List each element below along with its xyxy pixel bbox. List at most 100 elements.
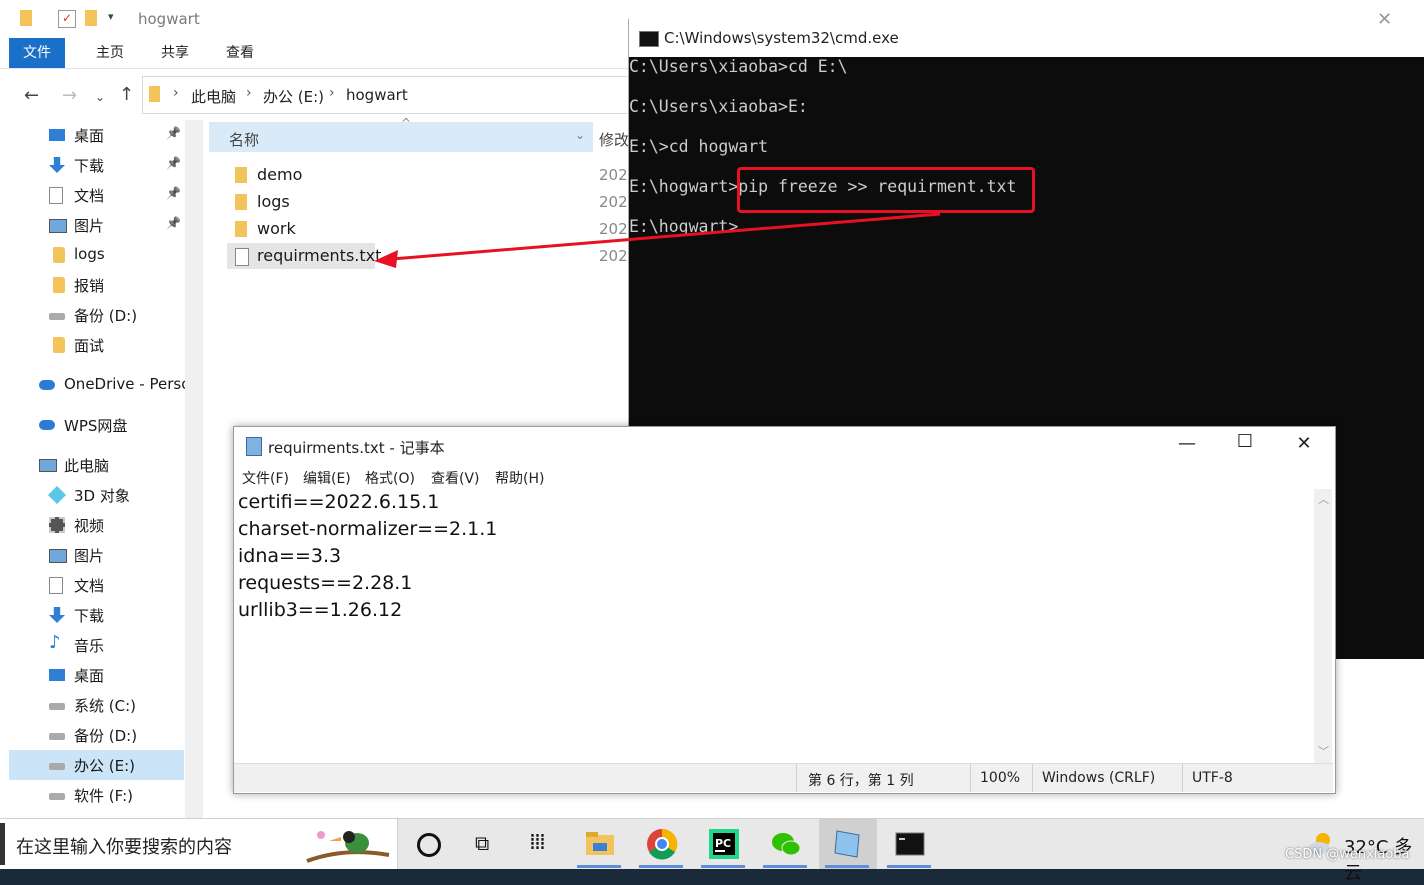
- status-divider: [1032, 764, 1033, 792]
- nav-item[interactable]: 3D 对象: [9, 480, 184, 510]
- app-grid-icon[interactable]: ⁞⁞⁞: [529, 830, 546, 855]
- vertical-scrollbar[interactable]: ︿ ﹀: [1314, 489, 1332, 763]
- nav-item[interactable]: logs: [9, 240, 184, 270]
- breadcrumb-hogwart[interactable]: hogwart: [346, 86, 408, 104]
- navigation-pane-scrollbar[interactable]: [185, 120, 203, 822]
- menu-format[interactable]: 格式(O): [365, 468, 415, 488]
- nav-item[interactable]: 报销: [9, 270, 184, 300]
- scroll-down-icon[interactable]: ﹀: [1318, 743, 1329, 759]
- nav-item[interactable]: 此电脑: [9, 450, 184, 480]
- notepad-icon[interactable]: [831, 827, 865, 861]
- back-arrow-icon[interactable]: ←: [24, 87, 39, 105]
- task-view-icon[interactable]: ⧉: [475, 831, 489, 855]
- status-zoom: 100%: [980, 770, 1021, 786]
- up-arrow-icon[interactable]: ↑: [119, 86, 134, 104]
- menu-help[interactable]: 帮助(H): [495, 468, 544, 488]
- nav-item-label: 系统 (C:): [74, 697, 136, 715]
- file-row[interactable]: logs: [227, 189, 627, 215]
- status-divider: [796, 764, 797, 792]
- file-date: 202: [599, 166, 628, 184]
- quick-access-dropdown-icon[interactable]: ▾: [108, 10, 114, 23]
- chrome-icon[interactable]: [645, 827, 679, 861]
- taskbar: 在这里输入你要搜索的内容 ⧉ ⁞⁞⁞ PC 32°C 多云 CSDN @wenx…: [0, 818, 1424, 884]
- taskbar-search-box[interactable]: 在这里输入你要搜索的内容: [0, 819, 398, 869]
- pin-icon[interactable]: 📌: [166, 186, 181, 200]
- nav-item-label: 此电脑: [64, 457, 110, 475]
- address-bar[interactable]: › 此电脑 › 办公 (E:) › hogwart: [142, 76, 644, 114]
- cmd-output-line: C:\Users\xiaoba>cd E:\: [629, 57, 848, 76]
- navigation-pane: 桌面 📌 下载 📌 文档 📌 图片 📌 logs 报销 备份 (D:) 面试 OneDrive - Pe…: [9, 120, 190, 822]
- recent-locations-chevron-icon[interactable]: ⌄: [95, 88, 105, 106]
- menu-view[interactable]: 查看(V): [431, 468, 480, 488]
- nav-item[interactable]: WPS网盘: [9, 410, 184, 440]
- breadcrumb-this-pc[interactable]: 此电脑: [191, 86, 236, 107]
- nav-item[interactable]: 视频: [9, 510, 184, 540]
- tab-file[interactable]: 文件: [9, 38, 65, 68]
- tab-view[interactable]: 查看: [212, 38, 268, 68]
- nav-item-label: WPS网盘: [64, 417, 128, 435]
- breadcrumb-drive-e[interactable]: 办公 (E:): [263, 86, 324, 107]
- pin-icon[interactable]: 📌: [166, 156, 181, 170]
- tab-home[interactable]: 主页: [82, 38, 138, 68]
- nav-item[interactable]: 办公 (E:): [9, 750, 184, 780]
- file-date: 202: [599, 247, 628, 265]
- nav-item[interactable]: 面试: [9, 330, 184, 360]
- menu-edit[interactable]: 编辑(E): [303, 468, 351, 488]
- folder-icon: [235, 167, 247, 183]
- file-row[interactable]: work: [227, 216, 627, 242]
- cmd-icon[interactable]: [893, 827, 927, 861]
- nav-item[interactable]: 软件 (F:): [9, 780, 184, 810]
- column-modified-label[interactable]: 修改: [599, 129, 629, 150]
- pycharm-icon[interactable]: PC: [707, 827, 741, 861]
- nav-item-label: 办公 (E:): [74, 757, 136, 775]
- nav-item[interactable]: 下载 📌: [9, 150, 184, 180]
- notepad-text-area[interactable]: certifi==2022.6.15.1 charset-normalizer==…: [234, 489, 1314, 763]
- text-line: urllib3==1.26.12: [238, 599, 403, 621]
- close-icon[interactable]: ✕: [1377, 9, 1392, 30]
- file-row[interactable]: requirments.txt: [227, 243, 381, 269]
- close-icon[interactable]: ✕: [1281, 433, 1327, 454]
- nav-item[interactable]: 文档 📌: [9, 180, 184, 210]
- wechat-icon[interactable]: [769, 827, 803, 861]
- drive-icon: [49, 313, 65, 320]
- nav-item[interactable]: 桌面: [9, 660, 184, 690]
- file-explorer-icon[interactable]: [583, 827, 617, 861]
- maximize-icon[interactable]: ☐: [1222, 431, 1268, 452]
- folder-icon: [235, 194, 247, 210]
- minimize-icon[interactable]: —: [1164, 433, 1210, 454]
- forward-arrow-icon[interactable]: →: [62, 87, 77, 105]
- video-icon: [49, 517, 65, 533]
- pin-icon[interactable]: 📌: [166, 126, 181, 140]
- nav-item[interactable]: 系统 (C:): [9, 690, 184, 720]
- nav-item[interactable]: 下载: [9, 600, 184, 630]
- notepad-window: requirments.txt - 记事本 — ☐ ✕ 文件(F) 编辑(E) …: [233, 426, 1336, 794]
- tab-share[interactable]: 共享: [147, 38, 203, 68]
- nav-item[interactable]: OneDrive - Perso: [9, 370, 190, 400]
- menu-file[interactable]: 文件(F): [242, 468, 289, 488]
- nav-item[interactable]: 备份 (D:): [9, 720, 184, 750]
- pin-icon[interactable]: 📌: [166, 216, 181, 230]
- properties-check-icon[interactable]: ✓: [58, 10, 76, 28]
- nav-item[interactable]: 图片 📌: [9, 210, 184, 240]
- drive-icon: [49, 793, 65, 800]
- cortana-icon[interactable]: [417, 833, 441, 857]
- search-placeholder[interactable]: 在这里输入你要搜索的内容: [16, 833, 232, 859]
- scroll-up-icon[interactable]: ︿: [1318, 491, 1329, 507]
- nav-item[interactable]: ♪ 音乐: [9, 630, 184, 660]
- column-name-label: 名称: [229, 131, 260, 149]
- chevron-right-icon[interactable]: ›: [246, 85, 252, 101]
- 3d-objects-icon: [47, 485, 67, 505]
- folder-icon: [53, 337, 65, 353]
- onedrive-icon: [39, 380, 55, 390]
- column-dropdown-icon[interactable]: ⌄: [575, 128, 585, 142]
- nav-item[interactable]: 桌面 📌: [9, 120, 184, 150]
- file-row[interactable]: demo: [227, 162, 627, 188]
- notepad-title: requirments.txt - 记事本: [268, 439, 445, 457]
- drive-icon: [49, 763, 65, 770]
- nav-item[interactable]: 备份 (D:): [9, 300, 184, 330]
- nav-item[interactable]: 文档: [9, 570, 184, 600]
- chevron-right-icon[interactable]: ›: [329, 85, 335, 101]
- new-folder-icon[interactable]: [85, 10, 97, 26]
- chevron-right-icon[interactable]: ›: [173, 85, 179, 101]
- nav-item[interactable]: 图片: [9, 540, 184, 570]
